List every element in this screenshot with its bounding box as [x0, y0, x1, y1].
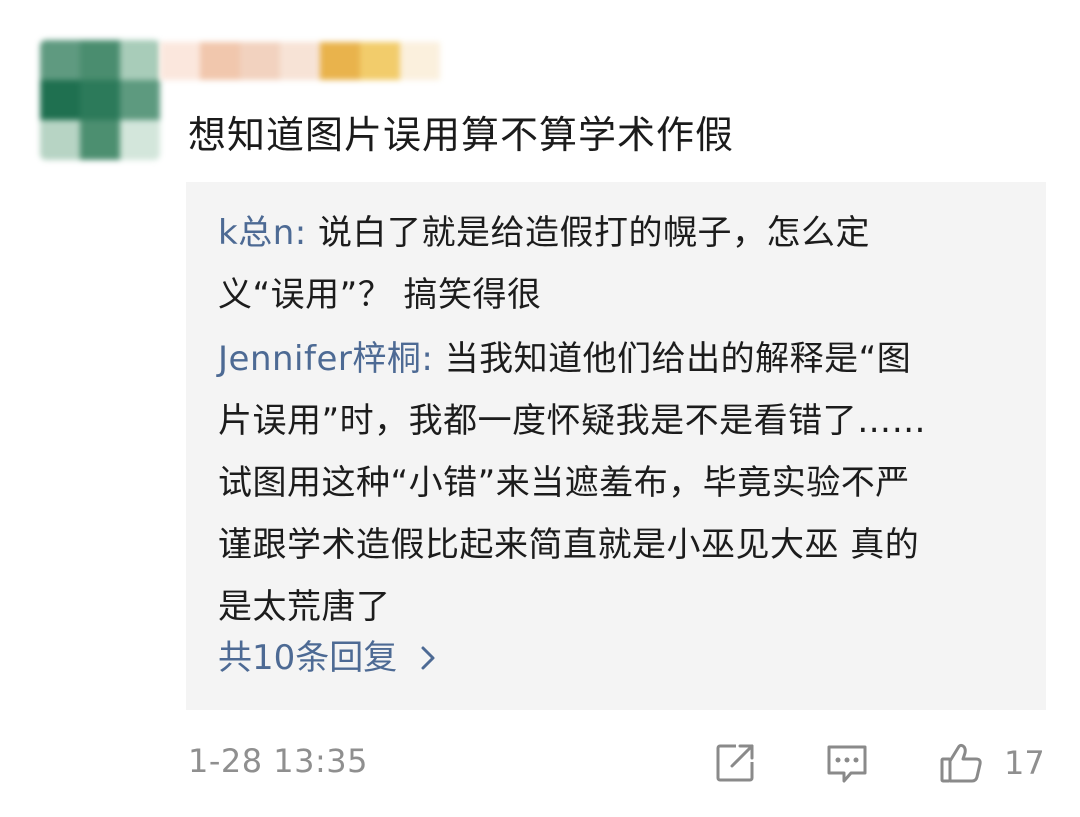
- more-replies-label: 共10条回复: [218, 638, 398, 678]
- replies-box[interactable]: k总n: 说白了就是给造假打的幌子，怎么定 义“误用”？ 搞笑得很 Jennif…: [186, 182, 1046, 710]
- reply-separator: :: [294, 213, 319, 253]
- share-icon[interactable]: [712, 740, 758, 786]
- comment-card: 想知道图片误用算不算学术作假 k总n: 说白了就是给造假打的幌子，怎么定 义“误…: [0, 0, 1080, 817]
- reply-item[interactable]: k总n: 说白了就是给造假打的幌子，怎么定 义“误用”？ 搞笑得很: [218, 202, 1018, 326]
- reply-line: k总n: 说白了就是给造假打的幌子，怎么定: [218, 202, 1018, 264]
- comment-icon[interactable]: [824, 740, 870, 786]
- reply-text: 义“误用”？ 搞笑得很: [218, 275, 542, 315]
- more-replies-link[interactable]: 共10条回复: [218, 628, 441, 688]
- comment-text: 想知道图片误用算不算学术作假: [188, 113, 735, 157]
- reply-text: 当我知道他们给出的解释是“图: [444, 339, 912, 379]
- thumbs-up-icon[interactable]: [938, 740, 984, 786]
- timestamp: 1-28 13:35: [188, 742, 369, 780]
- reply-text: 谨跟学术造假比起来简直就是小巫见大巫 真的: [218, 525, 920, 565]
- comment-footer: 1-28 13:35 17: [0, 736, 1080, 796]
- reply-text: 试图用这种“小错”来当遮羞布，毕竟实验不严: [218, 463, 910, 503]
- like-count: 17: [1004, 744, 1045, 782]
- reply-text: 说白了就是给造假打的幌子，怎么定: [318, 213, 871, 253]
- reply-author[interactable]: k总n: [218, 213, 295, 253]
- chevron-right-icon: [421, 646, 435, 670]
- reply-line: Jennifer梓桐: 当我知道他们给出的解释是“图: [218, 328, 1018, 390]
- reply-text: 片误用”时，我都一度怀疑我是不是看错了……: [218, 401, 927, 441]
- reply-item[interactable]: Jennifer梓桐: 当我知道他们给出的解释是“图 片误用”时，我都一度怀疑我…: [218, 328, 1018, 638]
- reply-separator: :: [421, 339, 445, 379]
- reply-author[interactable]: Jennifer梓桐: [218, 339, 421, 379]
- username[interactable]: [160, 42, 440, 80]
- avatar[interactable]: [40, 40, 160, 160]
